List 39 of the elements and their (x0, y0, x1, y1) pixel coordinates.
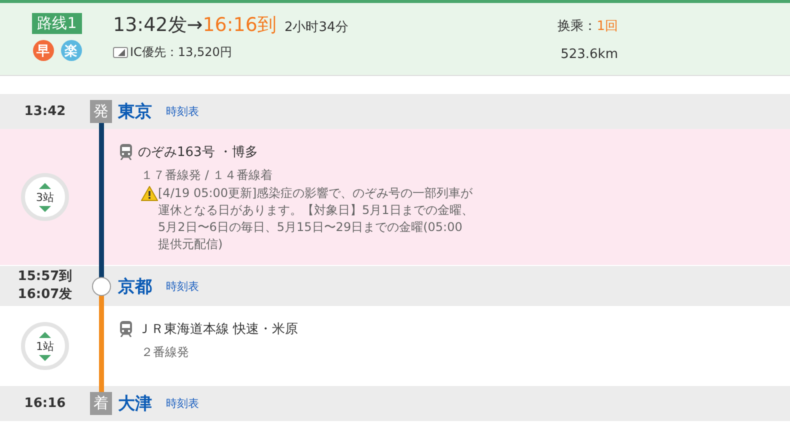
timetable-link[interactable]: 時刻表 (166, 278, 199, 294)
arrow-text: → (186, 14, 203, 36)
train-name: ＪＲ東海道本線 快速・米原 (138, 321, 298, 338)
station-time: 15:57到 (18, 268, 72, 286)
depart-arrive-badge: 着 (90, 392, 112, 415)
timetable-link[interactable]: 時刻表 (166, 396, 199, 411)
station-name[interactable]: 京都 (118, 274, 152, 298)
station-time: 16:07发 (18, 286, 72, 304)
platform-info: ２番線発 (141, 344, 190, 361)
station-time: 13:42 (24, 102, 66, 120)
transfer-circle-icon (92, 276, 110, 296)
train-name: のぞみ163号 ・博多 (138, 144, 258, 161)
distance: 523.6km (560, 47, 618, 62)
route-label: 路线1 (32, 13, 82, 34)
timetable-link[interactable]: 時刻表 (166, 104, 199, 119)
expand-up-icon (39, 182, 51, 188)
platform-info: １７番線発 / １４番線着 (141, 167, 274, 184)
stops-toggle[interactable]: 1站 (21, 322, 69, 370)
depart-arrive-badge: 発 (90, 100, 112, 123)
warning-icon (141, 186, 158, 201)
station-name[interactable]: 大津 (118, 392, 152, 415)
transfers-label: 换乘： (558, 18, 597, 35)
fare-text: IC優先：13,520円 (130, 44, 232, 61)
transfers-count: 1回 (596, 18, 618, 35)
station-name[interactable]: 東京 (118, 100, 152, 123)
station-time: 16:16 (24, 394, 66, 412)
duration: 2小时34分 (284, 19, 348, 36)
train-icon (119, 321, 133, 337)
route-tag: 楽 (60, 40, 82, 61)
route-tag: 早 (32, 40, 54, 61)
stops-toggle[interactable]: 3站 (21, 173, 69, 221)
train-icon (119, 144, 133, 160)
arrival-time: 16:16到 (202, 13, 276, 38)
ic-card-icon (113, 47, 128, 58)
service-notice: [4/19 05:00更新]感染症の影響で、のぞみ号の一部列車が運休となる日があります。【対象日】5月1日までの金曜、5月2日〜6日の毎日、5月15日〜29日までの金曜(05:00 提供元配信) (158, 185, 474, 253)
expand-down-icon (39, 206, 51, 212)
departure-time: 13:42发 (113, 13, 187, 38)
expand-down-icon (39, 354, 51, 360)
expand-up-icon (39, 332, 51, 338)
